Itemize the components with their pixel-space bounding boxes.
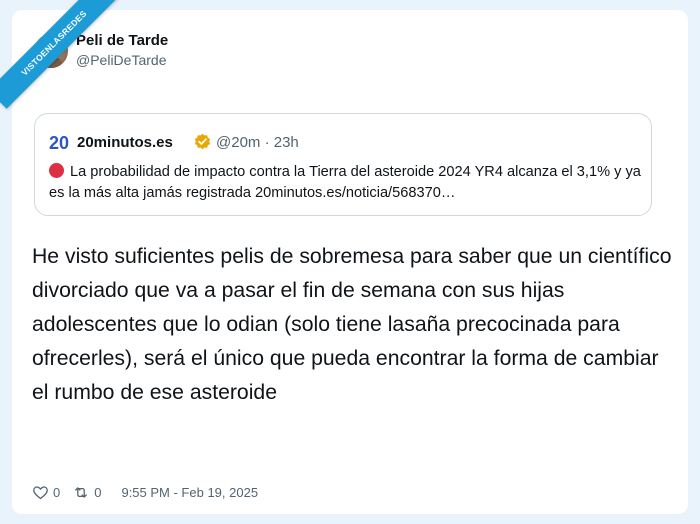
like-button[interactable]: 0 xyxy=(32,484,60,501)
retweet-count: 0 xyxy=(94,484,102,500)
tweet-footer: 0 0 9:55 PM - Feb 19, 2025 xyxy=(32,482,258,502)
quoted-logo: 20 xyxy=(49,133,70,153)
timestamp[interactable]: 9:55 PM - Feb 19, 2025 xyxy=(121,485,258,500)
retweet-button[interactable]: 0 xyxy=(72,484,101,501)
quoted-text: La probabilidad de impacto contra la Tie… xyxy=(49,164,641,201)
tweet-text: He visto suficientes pelis de sobremesa … xyxy=(32,245,672,404)
tweet-card: VISTOENLASREDES Peli de Tarde @PeliDeTar… xyxy=(0,0,688,514)
heart-icon xyxy=(33,485,48,499)
verified-badge-icon xyxy=(194,133,211,150)
author-handle[interactable]: @PeliDeTarde xyxy=(76,52,166,68)
red-circle-icon xyxy=(49,163,64,178)
author-name[interactable]: Peli de Tarde xyxy=(76,32,168,49)
retweet-icon xyxy=(75,486,88,498)
quoted-name[interactable]: 20minutos.es xyxy=(77,134,173,151)
quoted-tweet[interactable]: 20 20minutos.es @20m · 23h La probabilid… xyxy=(34,113,652,216)
quoted-handle-time: @20m · 23h xyxy=(216,134,299,151)
quoted-text-container: La probabilidad de impacto contra la Tie… xyxy=(49,162,645,204)
like-count: 0 xyxy=(53,484,61,500)
